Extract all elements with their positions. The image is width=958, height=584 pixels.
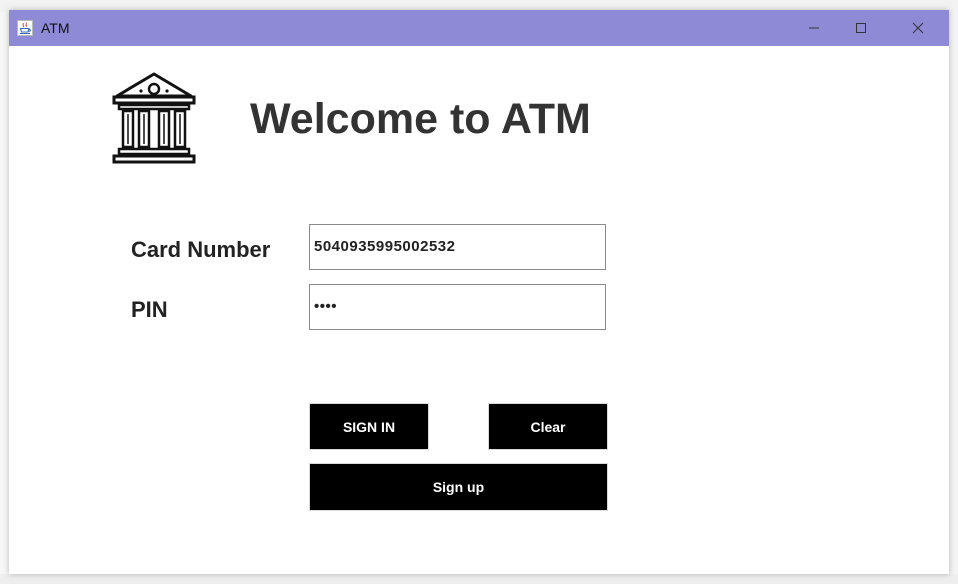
sign-in-button[interactable]: SIGN IN bbox=[309, 403, 429, 450]
card-number-label: Card Number bbox=[131, 237, 271, 262]
pin-field[interactable]: •••• bbox=[309, 284, 606, 330]
minimize-icon bbox=[809, 27, 819, 29]
bank-building-icon bbox=[112, 72, 196, 164]
maximize-button[interactable] bbox=[838, 10, 884, 46]
maximize-icon bbox=[856, 23, 866, 33]
login-panel: Welcome to ATM Card Number 5040935995002… bbox=[9, 46, 949, 574]
java-app-icon bbox=[17, 20, 33, 36]
minimize-button[interactable] bbox=[791, 10, 837, 46]
clear-button[interactable]: Clear bbox=[488, 403, 608, 450]
title-bar[interactable]: ATM bbox=[9, 10, 949, 46]
background-right-edge bbox=[949, 12, 958, 584]
pin-label: PIN bbox=[131, 297, 168, 322]
atm-window: ATM Welcome to ATM Card Number 504093599… bbox=[9, 10, 949, 574]
close-button[interactable] bbox=[895, 10, 941, 46]
welcome-heading: Welcome to ATM bbox=[250, 95, 591, 143]
window-title: ATM bbox=[41, 20, 70, 36]
card-number-field[interactable]: 5040935995002532 bbox=[309, 224, 606, 270]
sign-up-button[interactable]: Sign up bbox=[309, 463, 608, 511]
close-icon bbox=[912, 22, 924, 34]
background-bottom-edge bbox=[0, 574, 958, 584]
background-left-edge bbox=[0, 12, 9, 584]
